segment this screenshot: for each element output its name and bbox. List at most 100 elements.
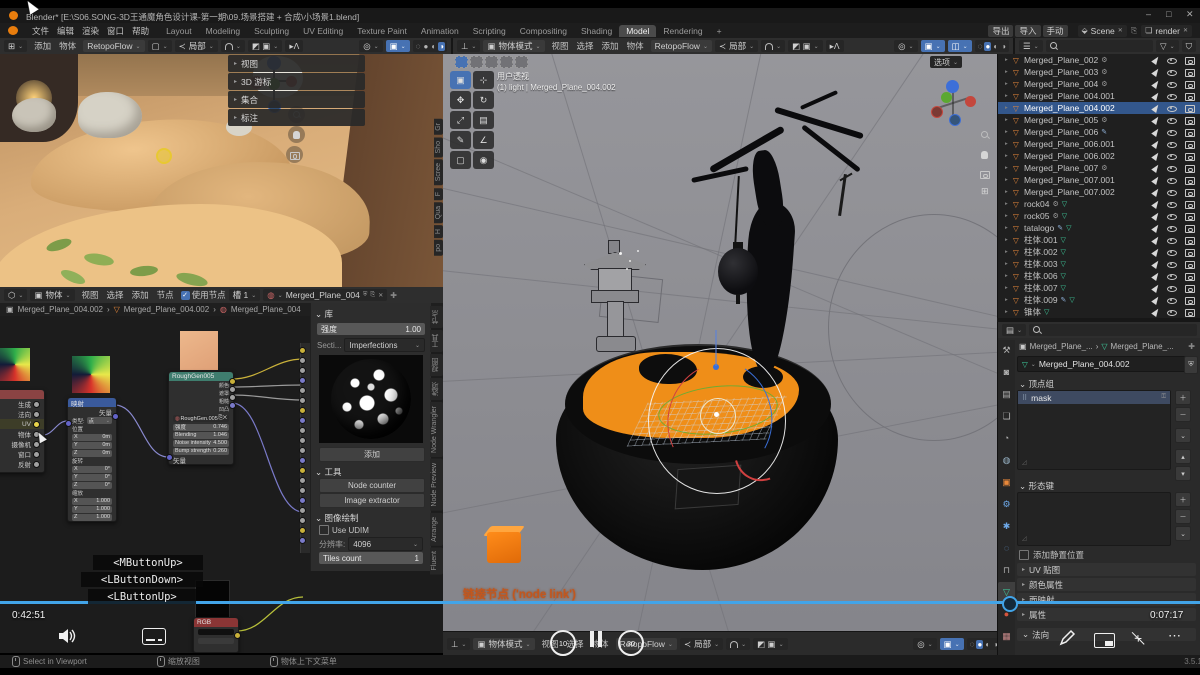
overlays-toggle[interactable]: ◎⌄: [913, 638, 936, 650]
sidebar-tab-Scree[interactable]: Scree: [434, 159, 443, 185]
sidebar-tab-Qua[interactable]: Qua: [434, 202, 443, 223]
outliner-row[interactable]: ▸▽Merged_Plane_006.002: [998, 150, 1200, 162]
clipped-node-socket[interactable]: [299, 417, 306, 424]
expand-arrow-icon[interactable]: ▸: [1005, 225, 1013, 231]
outliner-row[interactable]: ▸▽Merged_Plane_007⚙: [998, 162, 1200, 174]
param-slider[interactable]: Blending1.046: [173, 432, 229, 439]
properties-tab-physics[interactable]: ◌: [998, 538, 1015, 558]
camera-view-icon[interactable]: [980, 166, 990, 184]
outliner-row[interactable]: ▸▽柱体.003▽: [998, 258, 1200, 270]
editor-type-icon[interactable]: ⊥⌄: [457, 40, 480, 52]
node-sidebar-tab-视图[interactable]: 视图: [430, 354, 443, 376]
vertex-groups-list[interactable]: ⠿ mask ⚿ ◿: [1017, 390, 1171, 470]
workspace-tab-Layout[interactable]: Layout: [159, 25, 199, 37]
falloff-icon[interactable]: ▸Λ: [826, 40, 844, 52]
move-down-button[interactable]: ▾: [1175, 466, 1191, 481]
panel-row-3D 游标[interactable]: ▸3D 游标: [228, 73, 365, 90]
panel-row-集合[interactable]: ▸集合: [228, 91, 365, 108]
visibility-eye-icon[interactable]: [1167, 79, 1177, 89]
section-面映射[interactable]: ▸面映射: [1017, 593, 1196, 606]
selectable-icon[interactable]: [1151, 211, 1161, 221]
overlays-toggle[interactable]: ◎⌄: [359, 40, 382, 52]
expand-arrow-icon[interactable]: ▸: [1005, 153, 1013, 159]
camera-view-icon[interactable]: [286, 146, 303, 163]
tool-5[interactable]: ▤: [473, 111, 494, 129]
gizmo-toggle[interactable]: ▣⌄: [940, 638, 964, 650]
vector-input-socket[interactable]: [166, 454, 173, 461]
resize-grip[interactable]: ◿: [1022, 459, 1027, 466]
output-socket[interactable]: [33, 411, 40, 418]
add-workspace-button[interactable]: +: [710, 25, 729, 37]
clipped-node-socket[interactable]: [299, 517, 306, 524]
clipped-node-socket[interactable]: [299, 497, 306, 504]
pan-hand-icon[interactable]: [288, 126, 305, 143]
select-mode-2[interactable]: [485, 56, 498, 68]
snap-toggle[interactable]: ⌄: [221, 40, 245, 52]
sidebar-tab-Sho[interactable]: Sho: [434, 137, 443, 157]
clipped-node-socket[interactable]: [299, 367, 306, 374]
tiles-count-field[interactable]: Tiles count1: [319, 552, 423, 564]
left-viewport-menu-添加[interactable]: 添加: [30, 40, 55, 52]
visibility-eye-icon[interactable]: [1167, 163, 1177, 173]
editor-type-icon[interactable]: ⊥⌄: [447, 638, 470, 650]
workspace-tab-Sculpting[interactable]: Sculpting: [247, 25, 296, 37]
shading-mode-0[interactable]: ◌: [969, 640, 976, 649]
overlays-toggle[interactable]: ◎⌄: [894, 40, 917, 52]
properties-tab-texture[interactable]: ▦: [998, 626, 1015, 646]
grid-toggle-icon[interactable]: ⊞: [981, 186, 989, 197]
visibility-eye-icon[interactable]: [1167, 115, 1177, 125]
menu-文件[interactable]: 文件: [28, 25, 53, 37]
roughgen-param-Blending[interactable]: Blending1.046: [169, 431, 233, 439]
mapping-value-row[interactable]: Z0°: [68, 481, 116, 489]
clipped-node-socket[interactable]: [299, 447, 306, 454]
node-sidebar-tab-Fluent[interactable]: Fluent: [430, 547, 443, 574]
render-camera-icon[interactable]: [1185, 103, 1195, 113]
visibility-eye-icon[interactable]: [1167, 67, 1177, 77]
add-button[interactable]: 添加: [319, 447, 425, 462]
workspace-tab-Shading[interactable]: Shading: [574, 25, 619, 37]
selectable-icon[interactable]: [1151, 271, 1161, 281]
mode-selector[interactable]: ▣ 物体模式⌄: [473, 638, 534, 650]
clipped-node-socket[interactable]: [299, 407, 306, 414]
more-options-icon[interactable]: ⋯: [1168, 628, 1182, 644]
proportional-edit[interactable]: ◩ ▣⌄: [248, 40, 282, 52]
render-camera-icon[interactable]: [1185, 79, 1195, 89]
transform-orientation[interactable]: ≺ 局部⌄: [175, 40, 218, 52]
shading-mode-1[interactable]: ●: [984, 42, 991, 51]
outliner-row[interactable]: ▸▽柱体.002▽: [998, 246, 1200, 258]
value-field[interactable]: Z0m: [72, 450, 112, 457]
mask-output-socket[interactable]: [229, 386, 236, 393]
subtitle-icon[interactable]: [142, 628, 166, 645]
render-preview-viewport[interactable]: ▸视图▸3D 游标▸集合▸标注 GrShoScreeFQuaHpo: [0, 54, 443, 287]
library-section-header[interactable]: ⌄ 库: [311, 305, 431, 322]
select-mode-3[interactable]: [500, 56, 513, 68]
visibility-eye-icon[interactable]: [1167, 223, 1177, 233]
clipped-node-socket[interactable]: [299, 477, 306, 484]
roughgen-param-Noise intensity[interactable]: Noise intensity4.500: [169, 439, 233, 447]
center-viewport-menu-添加[interactable]: 添加: [598, 40, 623, 52]
clipped-node-socket[interactable]: [299, 377, 306, 384]
tool-6[interactable]: ✎: [450, 131, 471, 149]
render-camera-icon[interactable]: [1185, 199, 1195, 209]
properties-tab-world[interactable]: ◍: [998, 450, 1015, 470]
section-UV 贴图[interactable]: ▸UV 贴图: [1017, 563, 1196, 576]
select-mode-1[interactable]: [470, 56, 483, 68]
selectable-icon[interactable]: [1151, 139, 1161, 149]
resolution-dropdown[interactable]: 4096⌄: [348, 537, 423, 551]
menu-帮助[interactable]: 帮助: [128, 25, 153, 37]
render-camera-icon[interactable]: [1185, 187, 1195, 197]
render-camera-icon[interactable]: [1185, 163, 1195, 173]
view-layer-selector[interactable]: ❏render✕: [1141, 25, 1192, 37]
properties-search-input[interactable]: [1029, 324, 1197, 336]
selectable-icon[interactable]: [1151, 235, 1161, 245]
outliner-row[interactable]: ▸▽Merged_Plane_004.002: [998, 102, 1200, 114]
tool-7[interactable]: ∠: [473, 131, 494, 149]
visibility-eye-icon[interactable]: [1167, 295, 1177, 305]
expand-arrow-icon[interactable]: ▸: [1005, 57, 1013, 63]
navigation-gizmo[interactable]: [929, 80, 977, 128]
render-camera-icon[interactable]: [1185, 55, 1195, 65]
shading-mode-2[interactable]: ◐: [430, 42, 437, 51]
pipeline-button-导出[interactable]: 导出: [988, 25, 1013, 37]
rest-position-checkbox[interactable]: 添加静置位置: [1019, 549, 1084, 561]
shape-key-specials-button[interactable]: ⌄: [1175, 526, 1191, 541]
